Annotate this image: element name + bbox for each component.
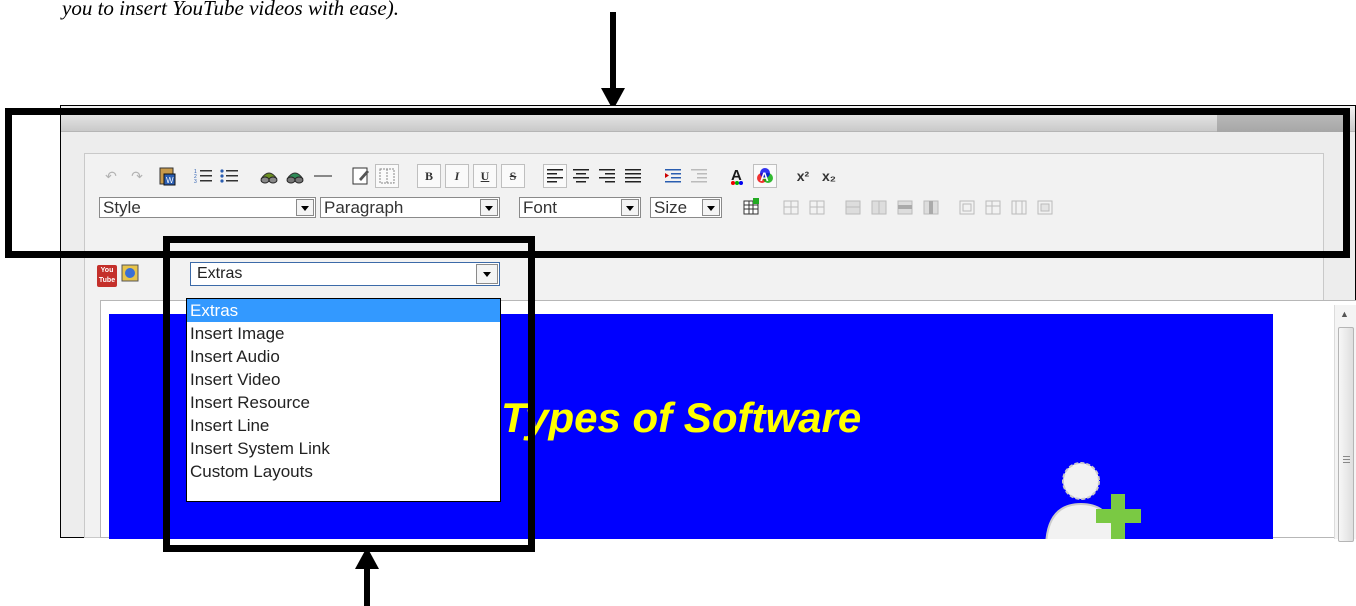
up-arrow-shaft <box>364 566 370 606</box>
youtube-icon[interactable]: You Tube <box>97 265 117 287</box>
vertical-scrollbar[interactable]: ▲ <box>1334 305 1356 542</box>
up-arrow-head <box>355 547 379 569</box>
scroll-up-icon[interactable]: ▲ <box>1340 309 1349 319</box>
down-arrow-shaft <box>610 12 616 92</box>
extras-highlight-box <box>163 236 535 552</box>
add-user-icon <box>1045 462 1141 539</box>
youtube-icon-line2: Tube <box>98 277 116 284</box>
flash-icon[interactable] <box>119 262 139 284</box>
youtube-icon-line1: You <box>100 267 114 274</box>
slide-title: Types of Software <box>501 394 862 441</box>
scroll-thumb[interactable] <box>1338 327 1354 542</box>
caption-text: you to insert YouTube videos with ease). <box>62 0 399 20</box>
